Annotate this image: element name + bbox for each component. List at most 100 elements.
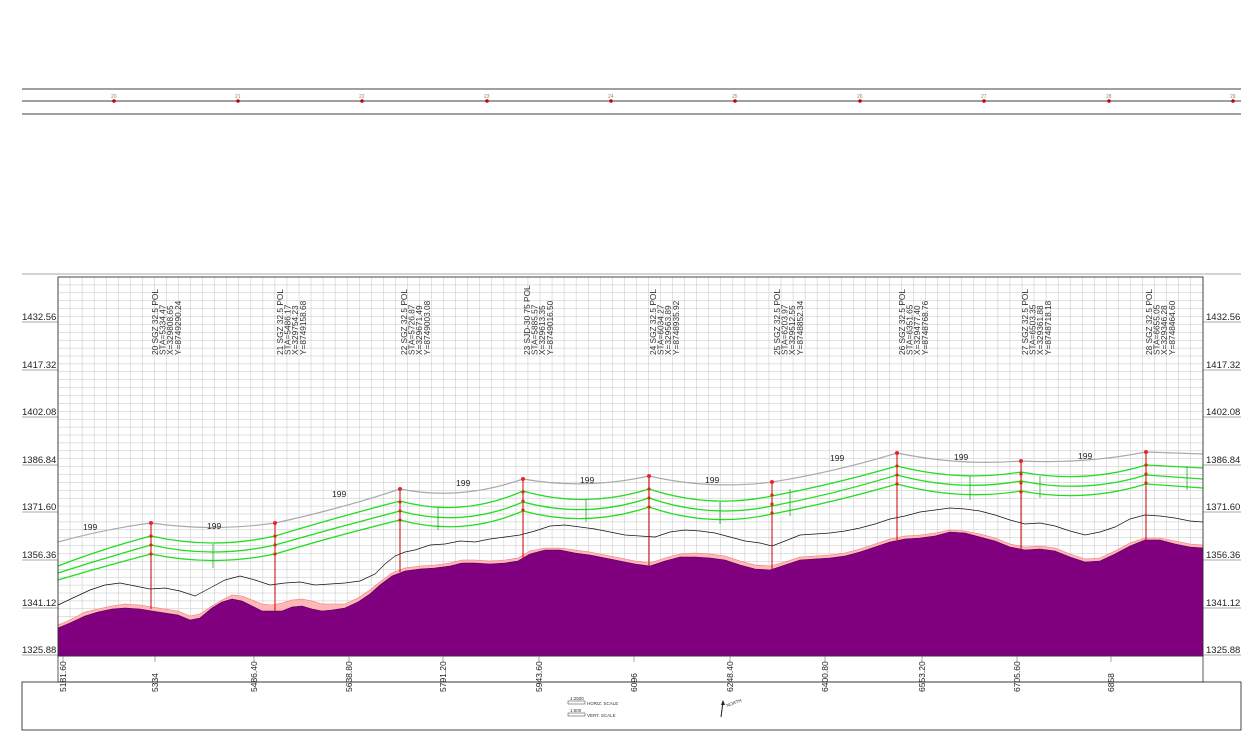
insulator-marker <box>770 502 774 506</box>
pole-top-marker <box>521 477 525 481</box>
profile-view: 1432.56 1417.32 1402.08 1386.84 1371.60 1356.… <box>22 273 1241 692</box>
vert-scale-label: VERT. SCALE <box>587 713 616 718</box>
elevation-label-right: 1402.08 <box>1206 407 1240 418</box>
elevation-label-right: 1341.12 <box>1206 598 1240 609</box>
insulator-marker <box>273 543 277 547</box>
vert-scale-bar <box>567 712 586 717</box>
span-label: 199 <box>705 475 719 485</box>
insulator-marker <box>149 552 153 556</box>
insulator-marker <box>398 518 402 522</box>
connection-tag: 24 SGZ 32.5 POLSTA=6034.27X=329563.89Y=8… <box>648 289 681 355</box>
vert-scale-ratio: 1:500 <box>570 708 582 713</box>
station-label: 5638.80 <box>344 661 354 692</box>
elevation-label-left: 1432.56 <box>22 312 56 323</box>
plan-station-label: 25 <box>732 94 738 100</box>
elevation-label-right: 1325.88 <box>1206 645 1240 656</box>
north-arrow-icon: NORTH <box>720 698 743 718</box>
insulator-marker <box>895 464 899 468</box>
pole-top-marker <box>273 521 277 525</box>
plan-station-label: 26 <box>857 94 863 100</box>
connection-tag-line: Y=8748718.18 <box>1043 300 1053 355</box>
pole-top-marker <box>1019 459 1023 463</box>
station-label: 5791.20 <box>438 661 448 692</box>
pole-top-marker <box>1144 450 1148 454</box>
insulator-marker <box>149 543 153 547</box>
elevation-label-right: 1432.56 <box>1206 312 1240 323</box>
connection-tag: 21 SGZ 32.5 POLSTA=5486.17X=329754.23Y=8… <box>275 289 308 355</box>
insulator-marker <box>273 552 277 556</box>
insulator-marker <box>398 509 402 513</box>
plan-station-label: 24 <box>608 94 614 100</box>
connection-tag: 25 SGZ 32.5 POLSTA=6203.97X=329512.55Y=8… <box>772 289 805 355</box>
horiz-scale-bar <box>567 700 586 705</box>
terrain-ground <box>57 531 1204 657</box>
elevation-label-right: 1386.84 <box>1206 455 1240 466</box>
insulator-marker <box>770 493 774 497</box>
connection-tag-line: Y=8748768.76 <box>920 300 930 355</box>
insulator-marker <box>895 482 899 486</box>
insulator-marker <box>1144 463 1148 467</box>
elevation-label-right: 1417.32 <box>1206 360 1240 371</box>
span-label: 199 <box>207 521 221 531</box>
span-label: 199 <box>83 522 97 532</box>
elevation-label-left: 1386.84 <box>22 455 56 466</box>
profile-drawing: 20 21 22 23 24 25 26 27 28 29 1432.56 1417.32 1402.… <box>21 88 1242 731</box>
elevation-axis-left: 1432.56 1417.32 1402.08 1386.84 1371.60 1356.… <box>22 312 58 656</box>
connection-tag: 22 SGZ 32.5 POLSTA=5726.87X=329671.49Y=8… <box>399 289 432 355</box>
plan-station-label: 20 <box>111 94 117 100</box>
shield-wire <box>57 451 1204 543</box>
span-label: 199 <box>456 478 470 488</box>
insulator-marker <box>521 490 525 494</box>
insulator-marker <box>521 499 525 503</box>
elevation-label-left: 1325.88 <box>22 645 56 656</box>
north-label: NORTH <box>726 698 743 708</box>
insulator-marker <box>647 487 651 491</box>
station-label: 5943.60 <box>534 661 544 692</box>
plan-station-label: 21 <box>235 94 241 100</box>
plan-station-label: 28 <box>1106 94 1112 100</box>
elevation-label-right: 1371.60 <box>1206 502 1240 513</box>
pole-top-marker <box>895 451 899 455</box>
insulator-marker <box>1144 472 1148 476</box>
insulator-marker <box>273 534 277 538</box>
connection-tag: 27 SGZ 32.5 POLSTA=6503.35X=329361.88Y=8… <box>1020 289 1053 355</box>
elevation-axis-right: 1432.56 1417.32 1402.08 1386.84 1371.60 1356.… <box>1203 312 1241 656</box>
plan-station-markers: 20 21 22 23 24 25 26 27 28 29 <box>111 94 1236 103</box>
elevation-label-right: 1356.36 <box>1206 550 1240 561</box>
span-label: 199 <box>954 452 968 462</box>
horiz-scale-ratio: 1:2500 <box>570 696 584 701</box>
pole-top-marker <box>647 474 651 478</box>
plan-station-label: 23 <box>484 94 490 100</box>
connection-tag-line: Y=8749016.50 <box>545 300 555 355</box>
station-label: 5486.40 <box>249 661 259 692</box>
scale-legend: 1:2500 HORIZ. SCALE 1:500 VERT. SCALE <box>567 696 618 718</box>
span-label: 199 <box>332 489 346 499</box>
insulator-marker <box>1019 481 1023 485</box>
station-label: 6248.40 <box>725 661 735 692</box>
connection-tag-line: Y=8749290.24 <box>173 300 183 355</box>
elevation-label-left: 1371.60 <box>22 502 56 513</box>
insulator-marker <box>521 508 525 512</box>
span-label: 199 <box>580 475 594 485</box>
insulator-marker <box>647 505 651 509</box>
insulator-marker <box>895 473 899 477</box>
span-label: 199 <box>1078 451 1092 461</box>
elevation-label-left: 1417.32 <box>22 360 56 371</box>
station-label: 6400.80 <box>820 661 830 692</box>
insulator-marker <box>1144 481 1148 485</box>
insulator-marker <box>1019 472 1023 476</box>
elevation-label-left: 1356.36 <box>22 550 56 561</box>
connection-tag-line: Y=8749158.68 <box>298 300 308 355</box>
insulator-marker <box>398 500 402 504</box>
connection-tag: 28 SGZ 32.5 POLSTA=6655.05X=329346.28Y=8… <box>1144 289 1177 355</box>
connection-tag: 23 SJD-30 75 POLSTA=5885.57X=329613.35Y=… <box>522 285 555 355</box>
elevation-label-left: 1402.08 <box>22 407 56 418</box>
connection-tag-line: Y=8748935.92 <box>671 300 681 355</box>
pole-top-marker <box>770 480 774 484</box>
pole-top-marker <box>149 521 153 525</box>
plan-view: 20 21 22 23 24 25 26 27 28 29 <box>22 88 1241 115</box>
station-label: 5181.60 <box>58 661 68 692</box>
pole-top-marker <box>398 487 402 491</box>
insulator-marker <box>770 511 774 515</box>
horiz-scale-label: HORIZ. SCALE <box>587 701 618 706</box>
